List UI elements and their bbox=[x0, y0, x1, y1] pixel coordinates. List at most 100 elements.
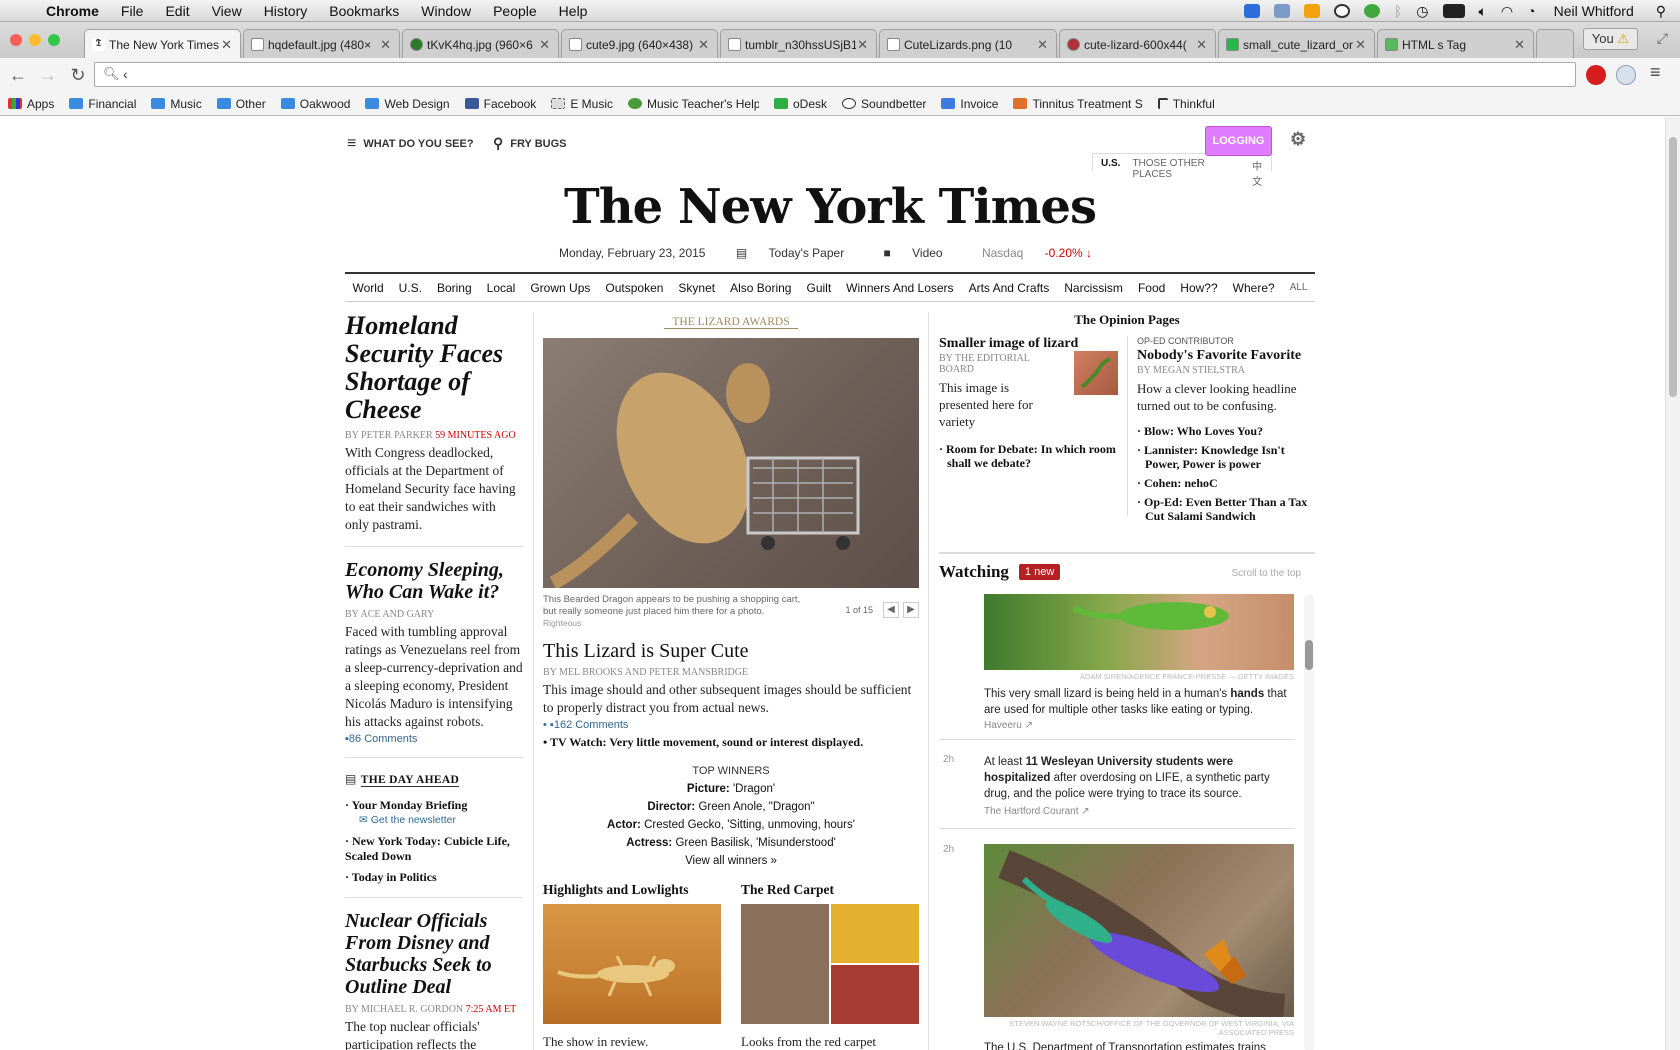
bluetooth-icon[interactable]: ᛒ bbox=[1394, 3, 1402, 19]
tab-cute-lizard-600[interactable]: cute-lizard-600x44( ✕ bbox=[1059, 29, 1216, 58]
bookmark-folder-web-design[interactable]: Web Design bbox=[365, 97, 450, 111]
menu-window[interactable]: Window bbox=[421, 3, 471, 19]
bookmark-soundbetter[interactable]: Soundbetter bbox=[842, 97, 926, 111]
bookmark-folder-financial[interactable]: Financial bbox=[69, 97, 136, 111]
scroll-to-top-link[interactable]: Scroll to the top bbox=[1232, 568, 1301, 579]
small-lizard-image[interactable] bbox=[1074, 351, 1118, 395]
day-ahead-item[interactable]: · New York Today: Cubicle Life, Scaled D… bbox=[345, 834, 523, 864]
close-tab-icon[interactable]: ✕ bbox=[1196, 37, 1207, 53]
tab-nytimes[interactable]: 𝕿 The New York Times ✕ bbox=[84, 29, 241, 58]
day-ahead-header[interactable]: ▤ THE DAY AHEAD bbox=[345, 770, 523, 788]
profile-button[interactable]: You ⚠ bbox=[1582, 28, 1638, 50]
lizard-on-hand-image[interactable] bbox=[984, 594, 1294, 670]
nav-world[interactable]: World bbox=[353, 281, 384, 295]
forward-arrow-icon[interactable]: → bbox=[36, 63, 60, 87]
tab-hqdefault[interactable]: hqdefault.jpg (480× ✕ bbox=[243, 29, 400, 58]
nav-winners-and-losers[interactable]: Winners And Losers bbox=[846, 281, 953, 295]
comments-link[interactable]: ▪86 Comments bbox=[345, 733, 523, 745]
hero-image-bearded-dragon[interactable] bbox=[543, 338, 919, 588]
reload-icon[interactable]: ↻ bbox=[66, 63, 90, 87]
next-slide-button[interactable]: ▶ bbox=[903, 602, 919, 618]
gear-icon[interactable]: ⚙ bbox=[1290, 129, 1306, 150]
sections-button[interactable]: ≡ WHAT DO YOU SEE? bbox=[347, 135, 474, 153]
evernote-icon[interactable] bbox=[1363, 4, 1380, 18]
red-carpet-collage-image[interactable] bbox=[741, 904, 919, 1024]
lizard-on-sand-image[interactable] bbox=[543, 904, 721, 1024]
menu-help[interactable]: Help bbox=[559, 3, 588, 19]
time-machine-icon[interactable]: ◷ bbox=[1416, 3, 1428, 20]
opinion-link[interactable]: · Op-Ed: Even Better Than a Tax Cut Sala… bbox=[1137, 495, 1317, 523]
tv-watch-link[interactable]: • TV Watch: Very little movement, sound … bbox=[543, 735, 919, 750]
nav-where[interactable]: Where? bbox=[1233, 281, 1275, 295]
mini-headline-red-carpet[interactable]: The Red Carpet bbox=[741, 882, 919, 898]
award-row[interactable]: Actor: Crested Gecko, 'Sitting, unmoving… bbox=[543, 816, 919, 834]
tab-cute9[interactable]: cute9.jpg (640×438) ✕ bbox=[561, 29, 718, 58]
address-bar[interactable]: 🔍︎ ‹ bbox=[94, 62, 1576, 87]
center-headline[interactable]: This Lizard is Super Cute bbox=[543, 640, 919, 663]
day-ahead-item[interactable]: · Your Monday Briefing bbox=[345, 798, 523, 813]
globe-extension-icon[interactable] bbox=[1616, 65, 1636, 85]
watching-scroll-thumb[interactable] bbox=[1305, 640, 1313, 670]
sync-icon[interactable] bbox=[1273, 4, 1290, 18]
day-ahead-item[interactable]: · Today in Politics bbox=[345, 870, 523, 885]
colorpicker-icon[interactable] bbox=[1303, 4, 1320, 18]
volume-icon[interactable]: 🔈︎ bbox=[1479, 3, 1487, 20]
nav-guilt[interactable]: Guilt bbox=[806, 281, 831, 295]
video-link[interactable]: ■ Video bbox=[875, 246, 952, 260]
tab-cutelizards[interactable]: CuteLizards.png (10 ✕ bbox=[879, 29, 1057, 58]
menu-file[interactable]: File bbox=[121, 3, 144, 19]
bookmark-odesk[interactable]: oDesk bbox=[774, 97, 827, 111]
close-tab-icon[interactable]: ✕ bbox=[380, 37, 391, 53]
opinion-link[interactable]: · Blow: Who Loves You? bbox=[1137, 424, 1317, 438]
new-tab-button[interactable] bbox=[1536, 29, 1574, 58]
bookmark-tinnitus[interactable]: Tinnitus Treatment S bbox=[1013, 97, 1143, 111]
search-button[interactable]: ⚲ FRY BUGS bbox=[493, 135, 567, 152]
nav-outspoken[interactable]: Outspoken bbox=[605, 281, 663, 295]
battery-icon[interactable] bbox=[1442, 4, 1465, 18]
agama-lizard-butterfly-image[interactable] bbox=[984, 844, 1294, 1024]
close-tab-icon[interactable]: ✕ bbox=[1355, 37, 1366, 53]
nav-how[interactable]: How?? bbox=[1180, 281, 1217, 295]
menu-app-chrome[interactable]: Chrome bbox=[46, 3, 99, 19]
view-all-winners-link[interactable]: View all winners » bbox=[543, 852, 919, 870]
close-tab-icon[interactable]: ✕ bbox=[539, 37, 550, 53]
menu-people[interactable]: People bbox=[493, 3, 537, 19]
login-button[interactable]: LOGGING bbox=[1205, 126, 1272, 156]
minimize-window-icon[interactable] bbox=[29, 34, 41, 46]
bookmark-folder-other[interactable]: Other bbox=[216, 97, 266, 111]
close-tab-icon[interactable]: ✕ bbox=[221, 37, 232, 53]
watching-source[interactable]: Haveeru ↗ bbox=[984, 720, 1033, 731]
mini-headline-highlights[interactable]: Highlights and Lowlights bbox=[543, 882, 721, 898]
opinion-link[interactable]: · Lannister: Knowledge Isn't Power, Powe… bbox=[1137, 443, 1317, 471]
nav-arts-and-crafts[interactable]: Arts And Crafts bbox=[969, 281, 1050, 295]
nav-also-boring[interactable]: Also Boring bbox=[730, 281, 791, 295]
newsletter-link[interactable]: ✉ Get the newsletter bbox=[345, 813, 523, 828]
edition-us[interactable]: U.S. bbox=[1101, 158, 1120, 171]
room-for-debate-link[interactable]: · Room for Debate: In which room shall w… bbox=[939, 442, 1119, 470]
watching-item[interactable]: 2h At least 11 Wesleyan University stude… bbox=[939, 754, 1295, 844]
adblock-extension-icon[interactable] bbox=[1586, 65, 1606, 85]
menu-bookmarks[interactable]: Bookmarks bbox=[329, 3, 399, 19]
previous-slide-button[interactable]: ◀ bbox=[883, 602, 899, 618]
bookmark-emusic[interactable]: E Music bbox=[551, 97, 613, 111]
bookmark-facebook[interactable]: Facebook bbox=[464, 97, 536, 111]
opinion-link[interactable]: · Cohen: nehoC bbox=[1137, 476, 1317, 490]
close-tab-icon[interactable]: ✕ bbox=[857, 37, 868, 53]
opinion-headline-oped[interactable]: Nobody's Favorite Favorite bbox=[1137, 348, 1317, 363]
watching-item[interactable]: ADAM SIREN/AGENCE FRANCE-PRESSE — GETTY … bbox=[939, 594, 1295, 754]
menu-edit[interactable]: Edit bbox=[165, 3, 189, 19]
center-comments-link[interactable]: • ▪162 Comments bbox=[543, 719, 919, 731]
chrome-menu-icon[interactable]: ≡ bbox=[1650, 62, 1661, 83]
bookmark-apps[interactable]: Apps bbox=[8, 97, 54, 111]
opinion-title[interactable]: The Opinion Pages bbox=[939, 312, 1315, 328]
page-scroll-thumb[interactable] bbox=[1669, 137, 1677, 397]
nav-local[interactable]: Local bbox=[487, 281, 516, 295]
nav-narcissism[interactable]: Narcissism bbox=[1064, 281, 1123, 295]
story-headline-nuclear[interactable]: Nuclear Officials From Disney and Starbu… bbox=[345, 910, 523, 998]
nav-us[interactable]: U.S. bbox=[399, 281, 422, 295]
close-tab-icon[interactable]: ✕ bbox=[1037, 37, 1048, 53]
lead-headline[interactable]: Homeland Security Faces Shortage of Chee… bbox=[345, 312, 523, 424]
story-headline-economy[interactable]: Economy Sleeping, Who Can Wake it? bbox=[345, 559, 523, 603]
bookmark-folder-music[interactable]: Music bbox=[151, 97, 202, 111]
back-arrow-icon[interactable]: ← bbox=[6, 63, 30, 87]
